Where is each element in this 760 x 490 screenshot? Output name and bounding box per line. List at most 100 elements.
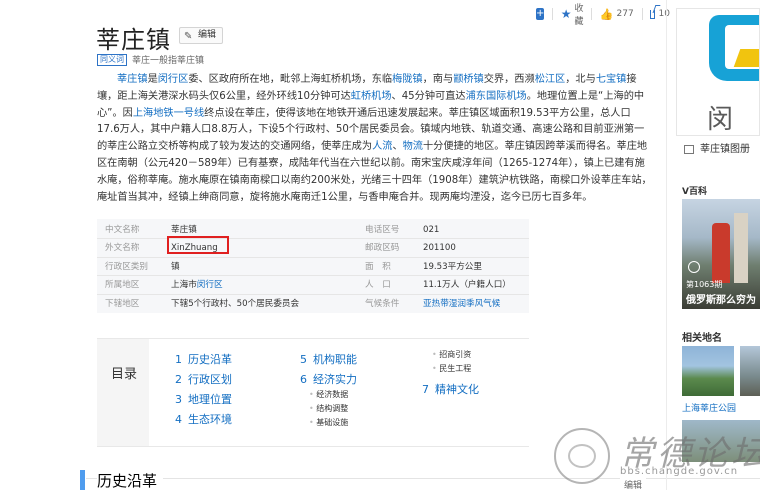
vbaike-card[interactable]: 第1063期 俄罗斯那么穷为 [682, 199, 760, 309]
intro-link[interactable]: 颛桥镇 [453, 74, 484, 85]
toc-title: 目录 [111, 367, 138, 382]
toc-number: 7 [422, 383, 429, 396]
info-key: 中文名称 [105, 225, 140, 235]
intro-link[interactable]: 虹桥机场 [351, 91, 392, 102]
intro-link[interactable]: 人流 [372, 141, 392, 152]
toc-label: 历史沿革 [188, 353, 232, 366]
divider [97, 275, 529, 277]
info-value: 上海市闵行区 [171, 280, 223, 291]
info-row: 下辖地区 下辖5个行政村、50个居民委员会 气候条件 亚热带湿润季风气候 [97, 295, 529, 313]
table-of-contents: 目录 1 历史沿革 2 行政区划 3 地理位置 4 生态环境 5 机构职能 6 经济实力经济数据结构调… [97, 338, 529, 447]
intro-link[interactable]: 七宝镇 [596, 74, 627, 85]
toc-label: 地理位置 [188, 393, 232, 406]
basic-info-table: 中文名称 莘庄镇 电话区号 021 外文名称 XinZhuang 邮政区码 201100 行政区… [97, 219, 529, 313]
toc-subitem[interactable]: 基础设施 [309, 417, 348, 428]
intro-link[interactable]: 闵行区 [158, 74, 189, 85]
tower-shape [712, 223, 730, 283]
intro-link[interactable]: 松江区 [535, 74, 566, 85]
intro-text: 交界，西濒 [483, 74, 535, 85]
tower-shape [734, 213, 748, 283]
image-icon [684, 144, 694, 154]
section-marker [80, 470, 85, 490]
toc-item[interactable]: 2 行政区划 [175, 371, 232, 387]
info-key: 人 口 [365, 280, 391, 291]
intro-link[interactable]: 梅陇镇 [392, 74, 423, 85]
related-places-title: 相关地名 [682, 333, 722, 344]
intro-text: ，北与 [565, 74, 596, 85]
add-icon[interactable]: + [536, 8, 545, 20]
toc-label: 机构职能 [313, 353, 357, 366]
toc-number: 6 [300, 373, 307, 386]
toc-item[interactable]: 4 生态环境 [175, 411, 232, 427]
related-place-image[interactable] [682, 346, 734, 396]
info-value: 11.1万人（户籍人口） [423, 280, 511, 291]
synonym-tag[interactable]: 同义词 [97, 54, 127, 66]
info-value-link[interactable]: 闵行区 [197, 280, 223, 290]
vbaike-caption: 俄罗斯那么穷为 [686, 295, 756, 306]
toc-subitem[interactable]: 结构调整 [309, 403, 348, 414]
intro-link[interactable]: 莘庄镇 [117, 74, 148, 85]
intro-text: 是 [147, 74, 158, 85]
album-label: 莘庄镇图册 [700, 144, 750, 155]
star-icon[interactable]: ★ [561, 7, 572, 21]
toc-subitem[interactable]: 经济数据 [309, 389, 348, 400]
toc-number: 5 [300, 353, 307, 366]
vbaike-title: V百科 [682, 187, 707, 197]
highlight-box [167, 236, 229, 254]
section-edit-button[interactable]: 编辑 [620, 478, 647, 490]
info-value: 下辖5个行政村、50个居民委员会 [171, 298, 300, 309]
divider [97, 238, 529, 240]
intro-link[interactable]: 浦东国际机场 [466, 91, 527, 102]
divider [97, 256, 529, 258]
toc-item[interactable]: 3 地理位置 [175, 391, 232, 407]
toc-label: 经济实力 [313, 373, 357, 386]
info-key: 下辖地区 [105, 298, 140, 309]
logo-text: 闵行 [707, 105, 736, 135]
edit-button[interactable]: ✎ 编辑 [179, 27, 224, 44]
toc-item[interactable]: 1 历史沿革 [175, 351, 232, 367]
related-place-image[interactable] [740, 346, 760, 396]
collect-button[interactable]: 收藏 [574, 1, 583, 27]
toc-subitem[interactable]: 民生工程 [432, 363, 471, 374]
intro-text: 、 [392, 141, 403, 153]
info-key: 行政区类别 [105, 261, 148, 272]
toc-number: 4 [175, 413, 182, 426]
toc-subitem[interactable]: 招商引资 [432, 349, 471, 360]
info-value: 19.53平方公里 [423, 261, 482, 272]
intro-link[interactable]: 上海地铁一号线 [133, 108, 204, 119]
intro-link[interactable]: 物流 [403, 141, 423, 152]
divider [86, 478, 760, 479]
edit-label: 编辑 [198, 30, 217, 40]
action-bar: + ★ 收藏 👍 277 10 [534, 4, 670, 27]
info-key: 所属地区 [105, 280, 140, 291]
divider [97, 293, 529, 295]
toc-item[interactable]: 5 机构职能 [300, 351, 357, 367]
sidebar-divider [666, 0, 667, 490]
divider [97, 446, 529, 447]
toc-item[interactable]: 7 精神文化 [422, 381, 479, 397]
intro-text: 、45分钟可直达 [391, 90, 466, 102]
info-row: 外文名称 XinZhuang 邮政区码 201100 [97, 239, 529, 257]
play-icon [688, 261, 700, 273]
info-key: 邮政区码 [365, 243, 400, 254]
info-value[interactable]: 亚热带湿润季风气候 [423, 295, 500, 313]
synonym-text: 莘庄一般指莘庄镇 [132, 56, 205, 66]
info-key: 电话区号 [365, 225, 400, 235]
info-value: 021 [423, 225, 440, 235]
share-icon[interactable] [650, 9, 655, 19]
summary-image[interactable]: 闵行 [676, 8, 760, 136]
thumbs-up-icon[interactable]: 👍 [600, 8, 614, 21]
section-title: 历史沿革 [97, 470, 164, 490]
toc-label: 生态环境 [188, 413, 232, 426]
share-count: 10 [658, 9, 670, 19]
toc-label: 精神文化 [435, 383, 479, 396]
toc-number: 2 [175, 373, 182, 386]
intro-text: ，南与 [422, 74, 454, 85]
info-key: 气候条件 [365, 298, 400, 309]
toc-label: 行政区划 [188, 373, 232, 386]
album-link[interactable]: 莘庄镇图册 [684, 140, 750, 155]
toc-number: 1 [175, 353, 182, 366]
info-row: 行政区类别 镇 面 积 19.53平方公里 [97, 258, 529, 276]
related-place-label[interactable]: 上海莘庄公园 [682, 401, 736, 414]
toc-item[interactable]: 6 经济实力 [300, 371, 357, 387]
